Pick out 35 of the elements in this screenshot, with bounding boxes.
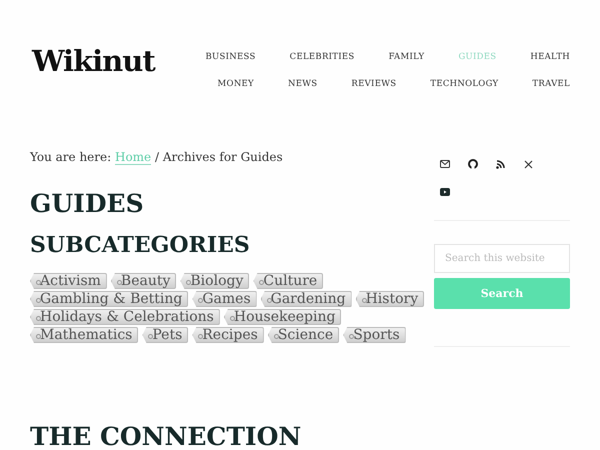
category-tag[interactable]: Pets — [142, 327, 188, 343]
nav-link[interactable]: TRAVEL — [498, 71, 570, 98]
category-tag[interactable]: Culture — [253, 273, 324, 289]
search-field[interactable]: Search this website — [434, 244, 570, 273]
section-heading: SUBCATEGORIES — [30, 234, 251, 256]
category-tag[interactable]: Gardening — [260, 291, 352, 307]
category-tag[interactable]: Recipes — [192, 327, 264, 343]
rss-icon[interactable] — [496, 160, 505, 168]
youtube-icon[interactable] — [440, 188, 450, 196]
nav-link[interactable]: TECHNOLOGY — [396, 71, 498, 98]
category-tag[interactable]: Biology — [180, 273, 250, 289]
category-tag[interactable]: Housekeeping — [224, 309, 342, 325]
nav-link[interactable]: REVIEWS — [317, 71, 396, 98]
category-tag[interactable]: Mathematics — [30, 327, 138, 343]
category-tag[interactable]: Holidays & Celebrations — [30, 309, 220, 325]
nav-link[interactable]: CELEBRITIES — [256, 44, 355, 71]
nav-link[interactable]: BUSINESS — [172, 44, 256, 71]
nav-link[interactable]: NEWS — [254, 71, 318, 98]
nav-link[interactable]: HEALTH — [496, 44, 570, 71]
page-title: GUIDES — [30, 191, 145, 216]
breadcrumb: You are here: Home / Archives for Guides — [30, 150, 284, 164]
x-icon[interactable] — [524, 160, 533, 168]
category-tag[interactable]: Activism — [30, 273, 107, 289]
category-tag[interactable]: Games — [192, 291, 257, 307]
github-icon[interactable] — [468, 159, 478, 169]
site-logo[interactable]: Wikinut — [32, 44, 155, 78]
category-tag[interactable]: Gambling & Betting — [30, 291, 188, 307]
section-heading: THE CONNECTION — [30, 424, 302, 449]
category-tag[interactable]: Science — [268, 327, 340, 343]
email-icon[interactable] — [440, 160, 450, 168]
category-tag[interactable]: Sports — [343, 327, 406, 343]
category-tag[interactable]: Beauty — [110, 273, 176, 289]
category-tag[interactable]: History — [356, 291, 424, 307]
nav-link[interactable]: MONEY — [184, 71, 254, 98]
nav-link[interactable]: FAMILY — [354, 44, 424, 71]
